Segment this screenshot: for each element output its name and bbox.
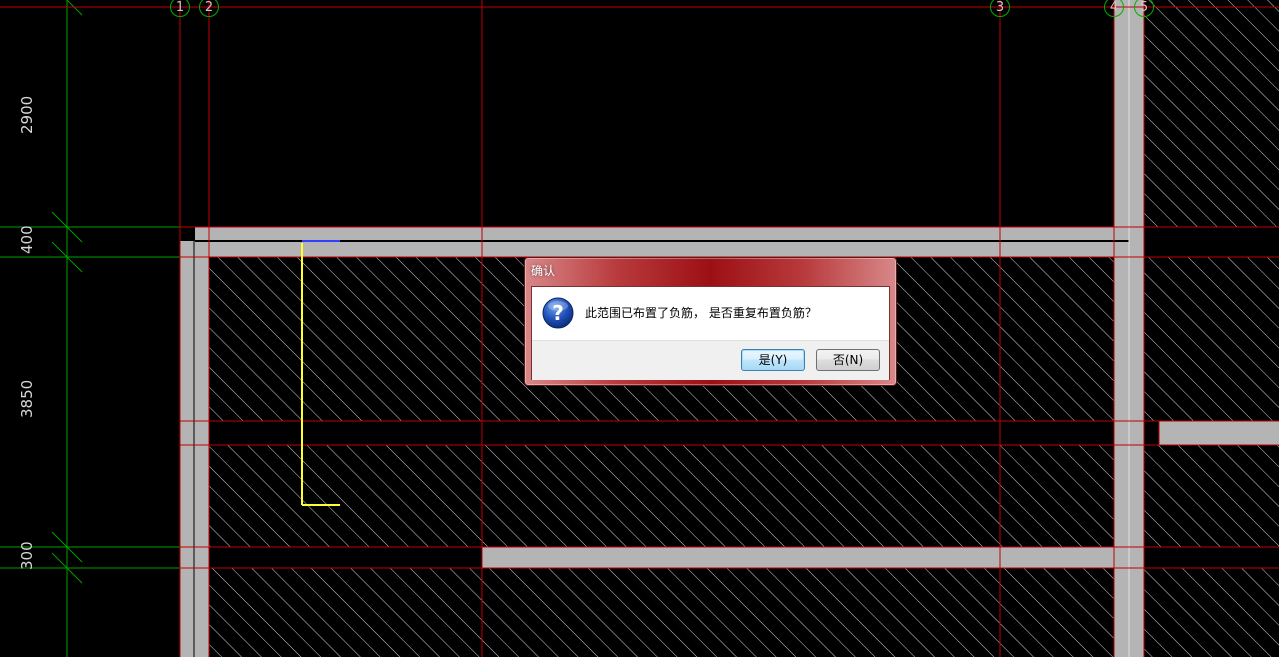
dimension-label-300: 300 (18, 541, 36, 570)
dimension-label-3850: 3850 (18, 379, 36, 418)
dialog-title: 确认 (531, 264, 556, 278)
dialog-message-area: ? 此范围已布置了负筋， 是否重复布置负筋？ (532, 287, 889, 340)
dimension-label-400: 400 (18, 225, 36, 254)
dialog-button-area: 是(Y) 否(N) (532, 340, 889, 380)
no-button[interactable]: 否(N) (816, 349, 880, 371)
question-icon: ? (542, 297, 574, 329)
confirm-dialog[interactable]: 确认 ? 此范围已布置了负筋， 是否重复布置负筋？ 是(Y) 否(N) (524, 257, 897, 386)
dimension-label-2900: 2900 (18, 95, 36, 134)
dialog-body: ? 此范围已布置了负筋， 是否重复布置负筋？ 是(Y) 否(N) (531, 286, 890, 380)
dialog-message: 此范围已布置了负筋， 是否重复布置负筋？ (585, 306, 817, 320)
yes-button[interactable]: 是(Y) (741, 349, 805, 371)
svg-text:?: ? (552, 301, 564, 325)
